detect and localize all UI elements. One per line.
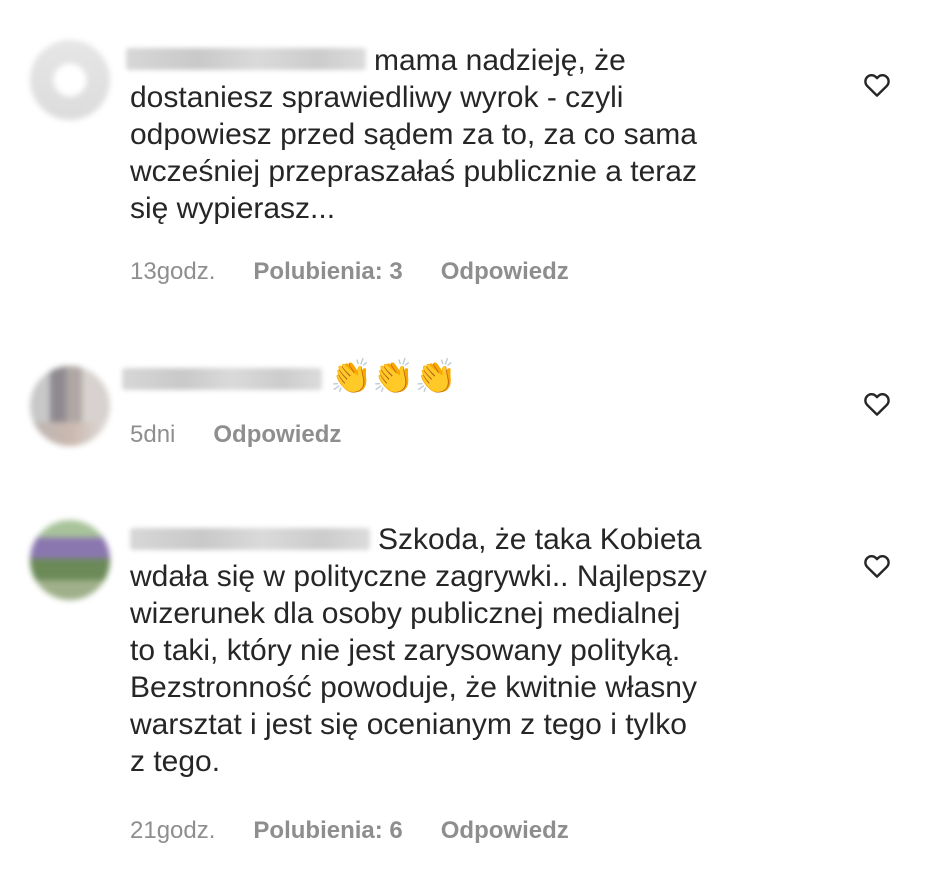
username-blurred[interactable]: [122, 368, 322, 390]
comment-meta: 21godz. Polubienia: 6 Odpowiedz: [130, 816, 607, 846]
reply-button[interactable]: Odpowiedz: [441, 257, 569, 287]
reply-button[interactable]: Odpowiedz: [213, 420, 341, 450]
avatar[interactable]: [30, 40, 110, 120]
heart-outline-icon[interactable]: [862, 70, 892, 100]
likes-count[interactable]: Polubienia: 3: [253, 257, 402, 287]
avatar[interactable]: [30, 366, 110, 446]
likes-count[interactable]: Polubienia: 6: [253, 816, 402, 846]
heart-outline-icon[interactable]: [862, 389, 892, 419]
reply-button[interactable]: Odpowiedz: [441, 816, 569, 846]
heart-outline-icon[interactable]: [862, 551, 892, 581]
comment-text: mama nadzieję, że dostaniesz sprawiedliw…: [130, 44, 697, 225]
comment-time: 21godz.: [130, 817, 216, 844]
comment-time: 5dni: [130, 421, 176, 448]
clapping-hands-emoji: 👏👏👏: [330, 358, 458, 396]
comment-meta: 5dni Odpowiedz: [130, 420, 379, 450]
comment-time: 13godz.: [130, 258, 216, 285]
avatar[interactable]: [30, 520, 110, 600]
comment-meta: 13godz. Polubienia: 3 Odpowiedz: [130, 257, 607, 287]
comment-text: Szkoda, że taka Kobieta wdała się w poli…: [130, 523, 707, 778]
